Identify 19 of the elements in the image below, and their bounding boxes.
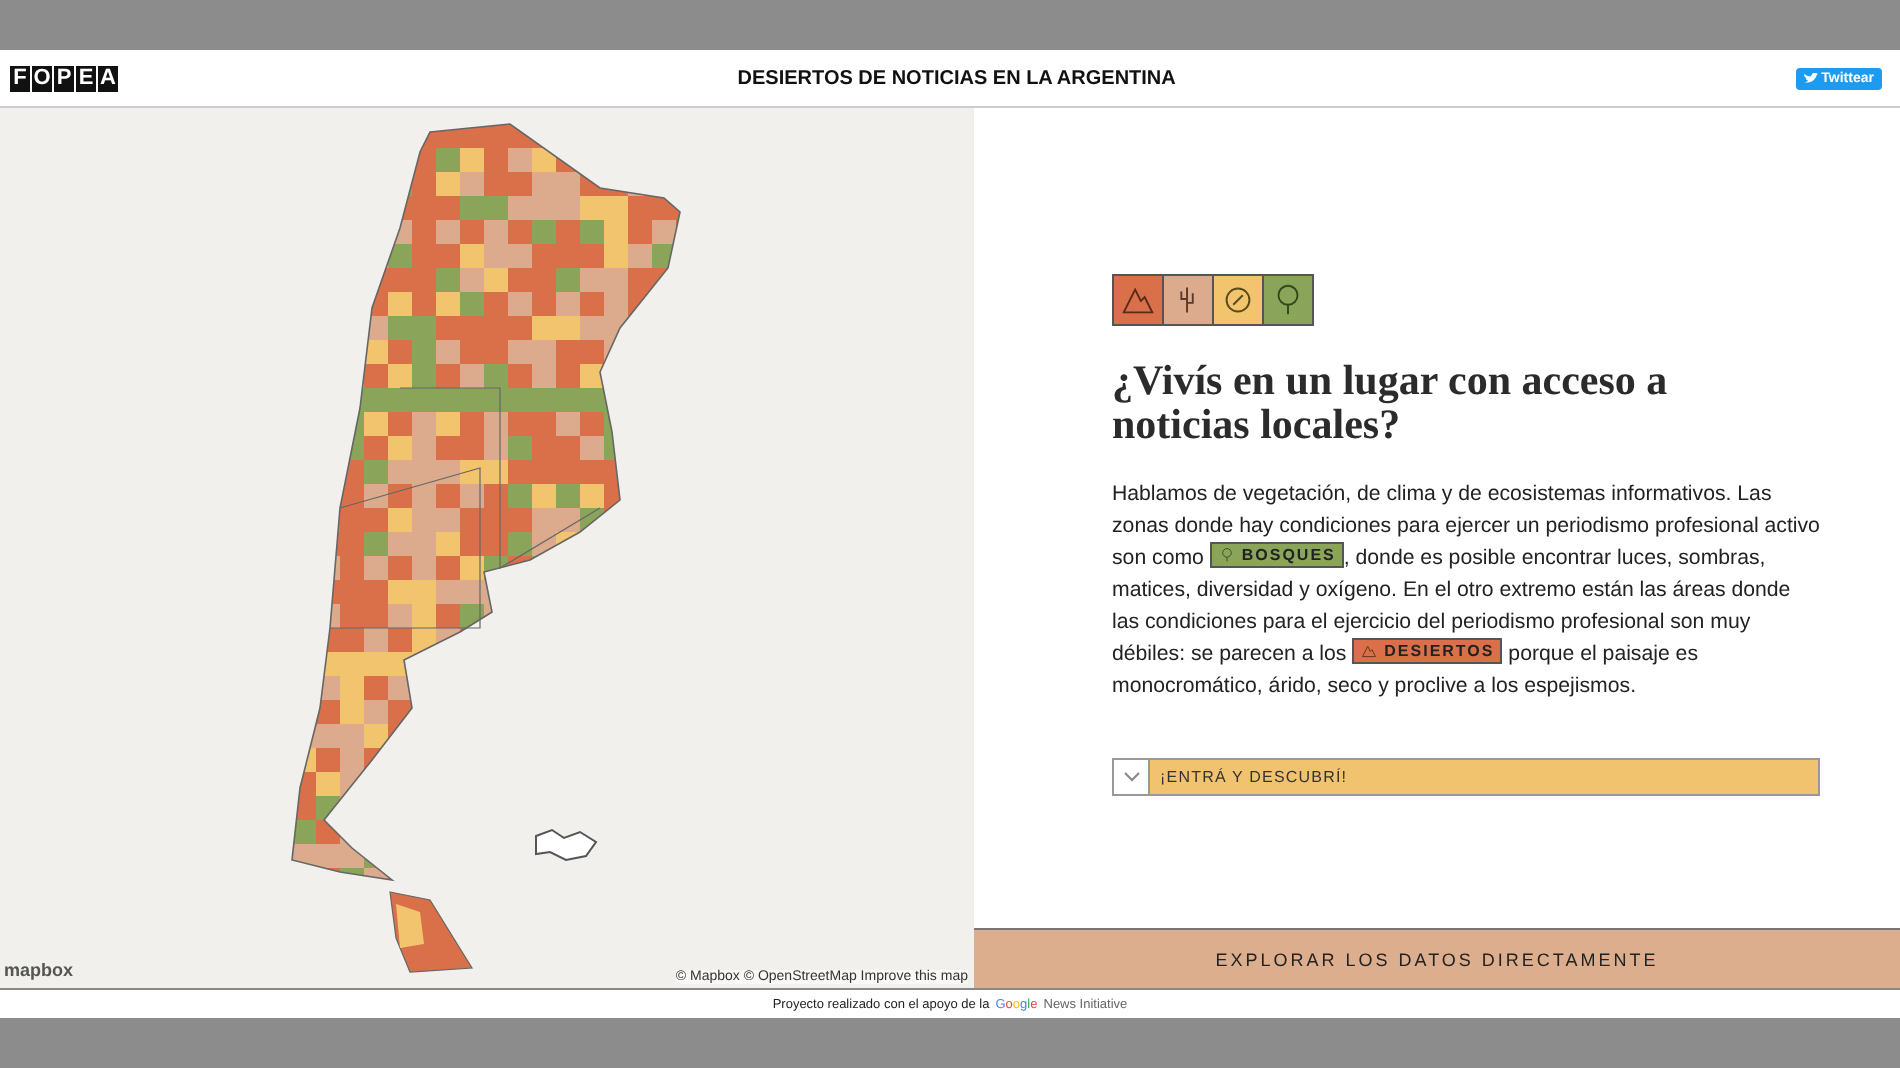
- logo-letter: A: [98, 65, 118, 91]
- explore-data-button[interactable]: EXPLORAR LOS DATOS DIRECTAMENTE: [974, 928, 1900, 988]
- chevron-icon: [1123, 772, 1139, 782]
- forest-tag: BOSQUES: [1209, 542, 1344, 568]
- logo-letter: E: [76, 65, 96, 91]
- intro-paragraph: Hablamos de vegetación, de clima y de ecosistemas informativos. Las zonas donde hay condiciones para ejercer un periodismo profesional activo son como BOSQUES , donde es posible encontrar luces, sombras, matices, diversidad y oxígeno. En el otro extremo están las áreas donde las condiciones para el ejercicio del periodismo profesional son muy débiles: se parecen a los DESIERTOS porque el paisaje es monocromático, árido, seco y proclive a los espejismos.: [1112, 480, 1820, 702]
- logo-letter: F: [10, 65, 30, 91]
- tree-icon: [1217, 546, 1236, 564]
- logo-letter: P: [54, 65, 74, 91]
- logo-letter: O: [32, 65, 52, 91]
- main-heading: ¿Vivís en un lugar con acceso a noticias locales?: [1112, 358, 1670, 446]
- bird-icon: [1803, 72, 1818, 84]
- accordion-toggle[interactable]: ¡ENTRÁ Y DESCUBRÍ!: [1112, 758, 1820, 796]
- argentina-map-drawing[interactable]: [291, 123, 681, 973]
- page-title: DESIERTOS DE NOTICIAS EN LA ARGENTINA: [737, 67, 1176, 89]
- islands-drawing: [535, 828, 598, 862]
- desert-tag: DESIERTOS: [1352, 638, 1503, 664]
- map-logo: mapbox: [4, 960, 74, 980]
- desert-icon: [1360, 642, 1379, 660]
